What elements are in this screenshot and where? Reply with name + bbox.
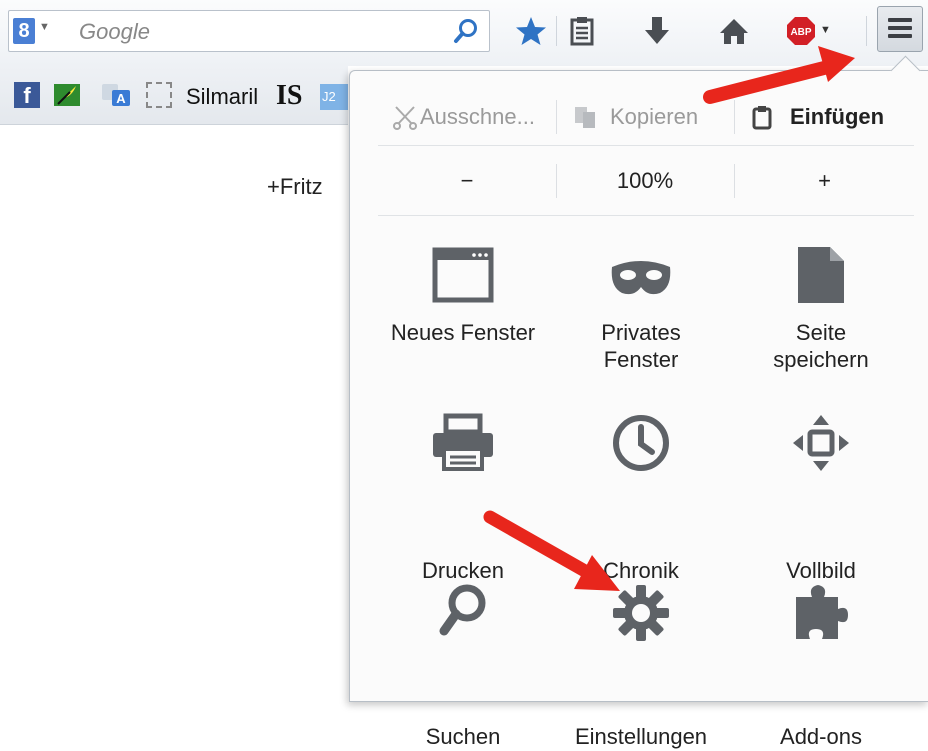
zoom-in-button[interactable]: + <box>735 147 914 215</box>
toolbar-separator <box>556 16 557 46</box>
bookmark-j2[interactable]: J2 <box>320 84 348 110</box>
feather-bookmark-icon[interactable] <box>52 82 82 108</box>
new-window-button[interactable]: Neues Fenster <box>373 241 553 381</box>
private-window-label-2: Fenster <box>603 347 679 372</box>
zoom-controls: − 100% + <box>378 147 914 216</box>
menu-bar <box>888 18 912 22</box>
copy-button[interactable]: Kopieren <box>572 89 698 145</box>
new-window-label: Neues Fenster <box>390 320 536 345</box>
separator <box>556 100 557 134</box>
save-page-button[interactable]: Seite speichern <box>731 241 911 381</box>
selection-icon[interactable] <box>146 82 172 108</box>
fullscreen-button[interactable]: Vollbild <box>731 409 911 583</box>
search-placeholder: Google <box>79 19 150 44</box>
window-icon <box>432 247 494 303</box>
bookmark-star-icon[interactable] <box>514 12 548 50</box>
preferences-label: Einstellungen <box>574 724 708 749</box>
translate-icon: A <box>102 84 130 106</box>
zoom-out-button[interactable]: − <box>378 147 556 215</box>
open-menu-button[interactable] <box>877 6 923 52</box>
reading-list-icon[interactable] <box>565 12 599 50</box>
save-page-label-1: Seite <box>795 320 847 345</box>
feather-icon <box>54 84 80 106</box>
cut-button[interactable]: Ausschne... <box>392 89 535 145</box>
menu-bar <box>888 26 912 30</box>
fullscreen-icon <box>793 415 849 471</box>
abp-label: ABP <box>790 27 811 38</box>
addons-button[interactable]: Add-ons <box>731 581 911 749</box>
menu-bar <box>888 34 912 38</box>
private-window-button[interactable]: Privates Fenster <box>551 241 731 381</box>
fritz-link[interactable]: +Fritz <box>267 174 323 200</box>
private-window-label-1: Privates <box>601 320 681 345</box>
cut-label: Ausschne... <box>420 104 535 129</box>
printer-icon <box>433 413 493 471</box>
search-label: Suchen <box>425 724 501 749</box>
clock-icon <box>613 415 669 471</box>
puzzle-piece-icon <box>796 585 848 639</box>
svg-text:A: A <box>116 91 126 106</box>
save-page-label-2: speichern <box>773 347 869 372</box>
copy-icon <box>575 107 595 128</box>
annotation-arrow-top <box>703 46 855 104</box>
save-page-icon <box>798 247 844 303</box>
search-engine-dropdown-icon[interactable]: ▼ <box>39 21 50 33</box>
mask-icon <box>611 261 671 295</box>
scissors-icon <box>393 106 417 130</box>
copy-label: Kopieren <box>610 104 699 129</box>
download-icon[interactable] <box>640 12 674 50</box>
search-icon[interactable] <box>453 17 479 45</box>
search-box[interactable]: 8 ▼ Google <box>8 10 490 52</box>
chevron-down-icon: ▼ <box>820 24 831 36</box>
translate-bookmark-icon[interactable]: A <box>100 82 132 108</box>
annotation-arrow-bottom <box>483 510 620 591</box>
bookmarks-toolbar: f A Silmaril IS J2 <box>0 66 348 125</box>
zoom-reset-button[interactable]: 100% <box>557 147 733 215</box>
addons-label: Add-ons <box>780 724 862 749</box>
facebook-icon[interactable]: f <box>14 82 40 108</box>
bookmark-silmaril[interactable]: Silmaril <box>186 84 258 110</box>
search-engine-icon[interactable]: 8 <box>13 18 35 44</box>
bookmark-is[interactable]: IS <box>276 80 302 112</box>
menu-panel: Ausschne... Kopieren Einfügen − 100% + N… <box>349 55 928 749</box>
